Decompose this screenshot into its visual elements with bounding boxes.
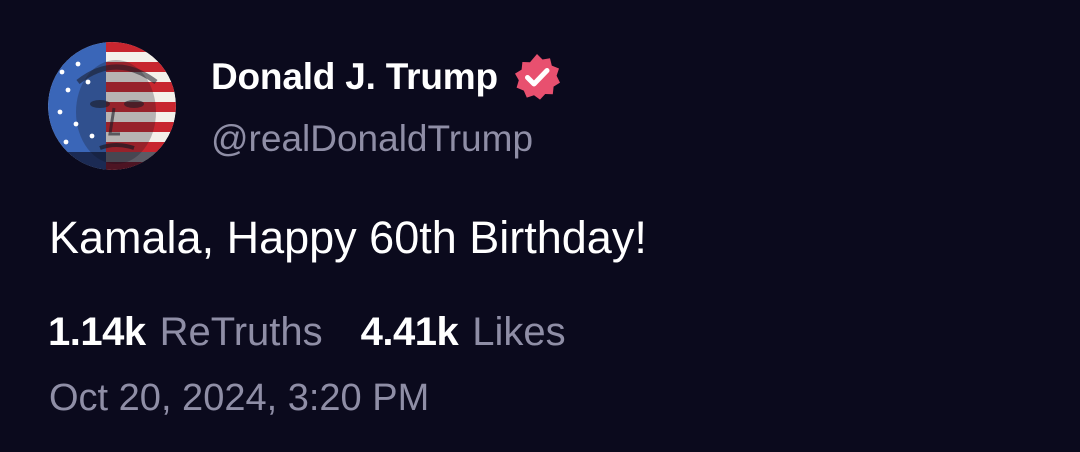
retruths-count: 1.14k <box>48 310 146 354</box>
retruths-stat[interactable]: 1.14k ReTruths <box>48 310 323 355</box>
truth-post: Donald J. Trump @realDonaldTrump Kamala,… <box>0 0 1080 452</box>
likes-label: Likes <box>472 310 566 354</box>
likes-stat[interactable]: 4.41k Likes <box>361 310 566 355</box>
likes-count: 4.41k <box>360 310 459 354</box>
post-body-text: Kamala, Happy 60th Birthday! <box>49 212 647 263</box>
author-display-name[interactable]: Donald J. Trump <box>211 56 498 98</box>
verified-badge-icon <box>514 54 560 100</box>
retruths-label: ReTruths <box>159 310 323 354</box>
author-avatar[interactable] <box>48 42 176 170</box>
flag-portrait-avatar-icon <box>48 42 176 170</box>
post-stats: 1.14k ReTruths 4.41k Likes <box>48 310 566 355</box>
author-handle[interactable]: @realDonaldTrump <box>211 118 533 160</box>
post-timestamp[interactable]: Oct 20, 2024, 3:20 PM <box>49 377 429 420</box>
author-name-row: Donald J. Trump <box>211 52 562 102</box>
